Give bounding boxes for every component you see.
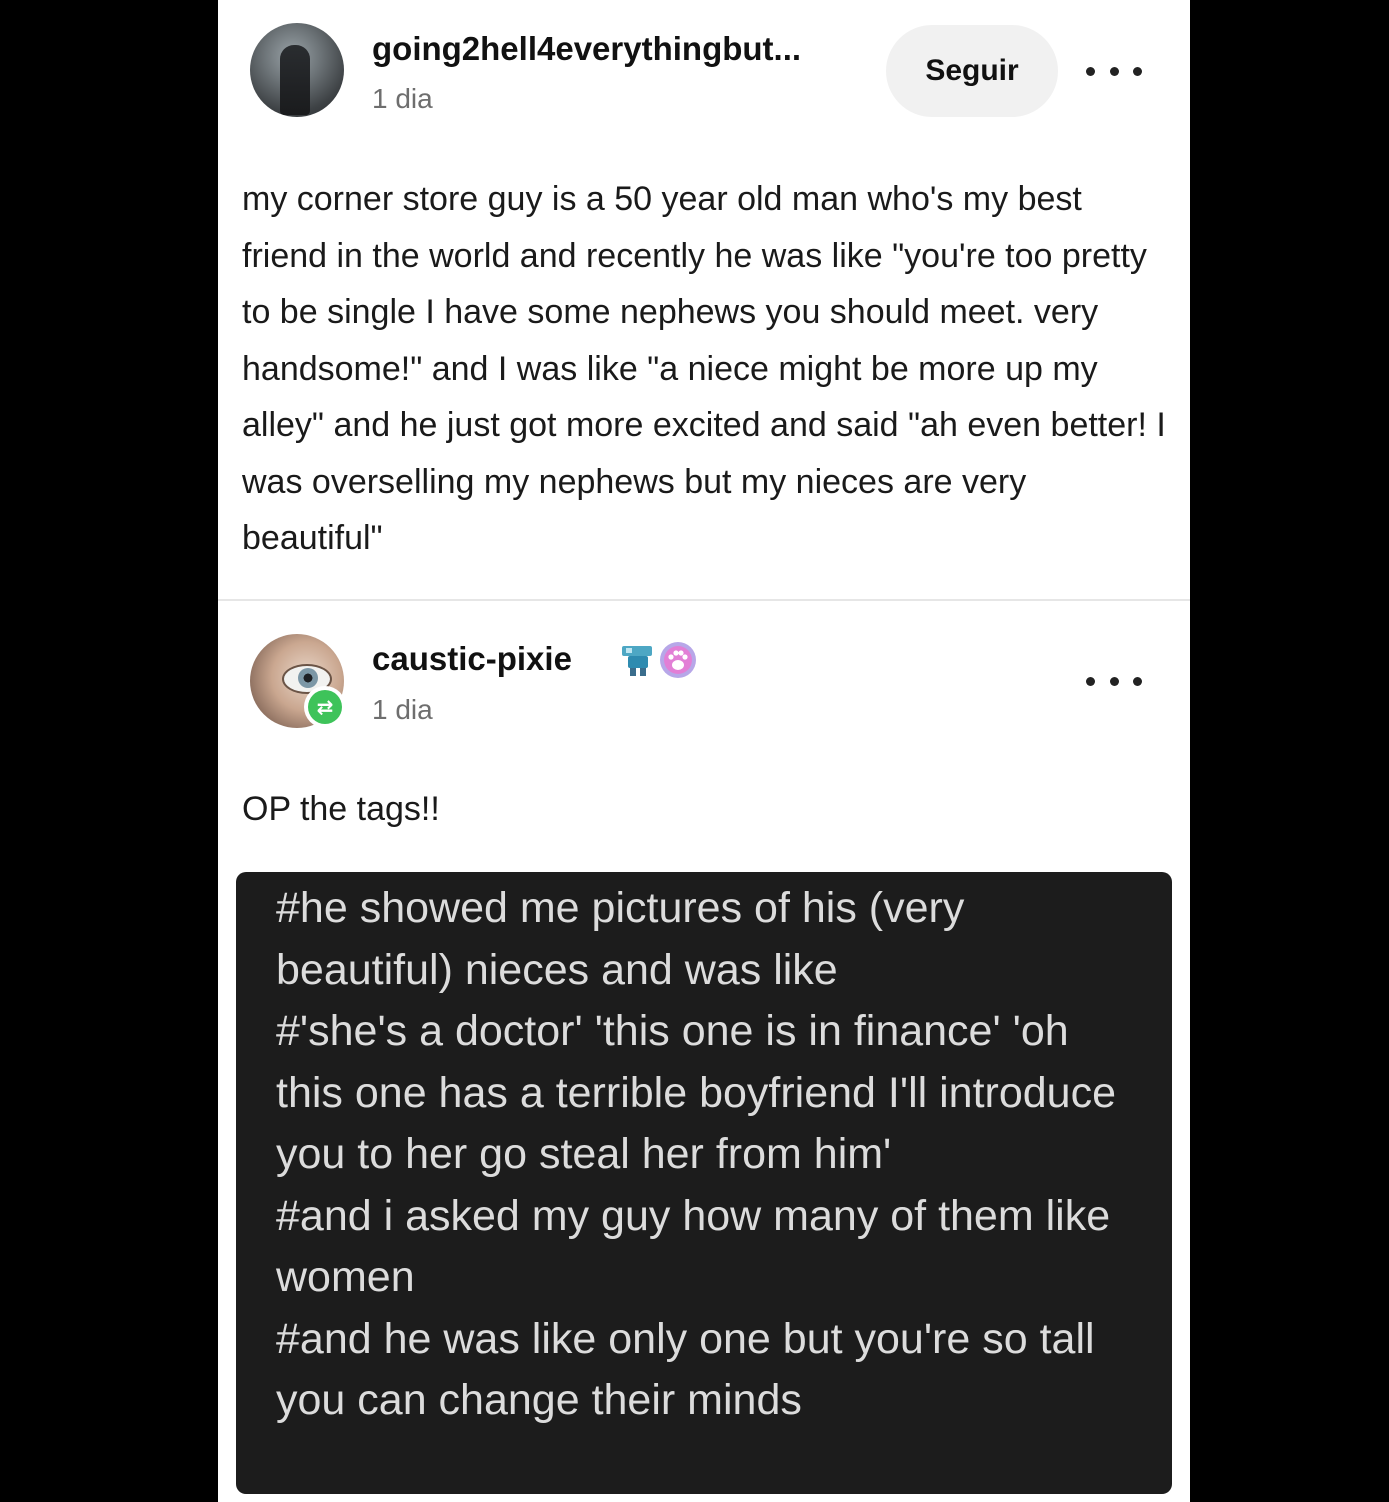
user-badges[interactable] — [618, 638, 702, 682]
tag[interactable]: #he showed me pictures of his (very beau… — [276, 878, 1132, 1001]
more-options-icon[interactable] — [1086, 666, 1142, 696]
post-card: going2hell4everythingbut... 1 dia Seguir… — [218, 0, 1190, 1502]
reblog-username[interactable]: caustic-pixie — [372, 640, 572, 678]
avatar-figure — [280, 45, 310, 115]
post-username[interactable]: going2hell4everythingbut... — [372, 30, 801, 68]
reblog-icon: ⇄ — [304, 686, 346, 728]
post-timestamp[interactable]: 1 dia — [372, 83, 433, 115]
avatar[interactable] — [250, 23, 344, 117]
post-header: going2hell4everythingbut... 1 dia Seguir — [218, 0, 1190, 120]
reblog-timestamp[interactable]: 1 dia — [372, 694, 433, 726]
tag[interactable]: #'she's a doctor' 'this one is in financ… — [276, 1001, 1132, 1186]
reblog-body: OP the tags!! — [242, 790, 440, 828]
tag[interactable]: #and he was like only one but you're so … — [276, 1309, 1132, 1432]
paw-badge-icon — [660, 642, 696, 678]
divider — [218, 599, 1190, 601]
tags-box: #he showed me pictures of his (very beau… — [236, 872, 1172, 1494]
follow-button[interactable]: Seguir — [886, 25, 1058, 117]
post-body: my corner store guy is a 50 year old man… — [242, 180, 1166, 557]
reblog-header: ⇄ caustic-pixie 1 dia — [218, 612, 1190, 732]
more-options-icon[interactable] — [1086, 56, 1142, 86]
tag[interactable]: #and i asked my guy how many of them lik… — [276, 1186, 1132, 1309]
robot-badge-icon — [622, 646, 652, 676]
